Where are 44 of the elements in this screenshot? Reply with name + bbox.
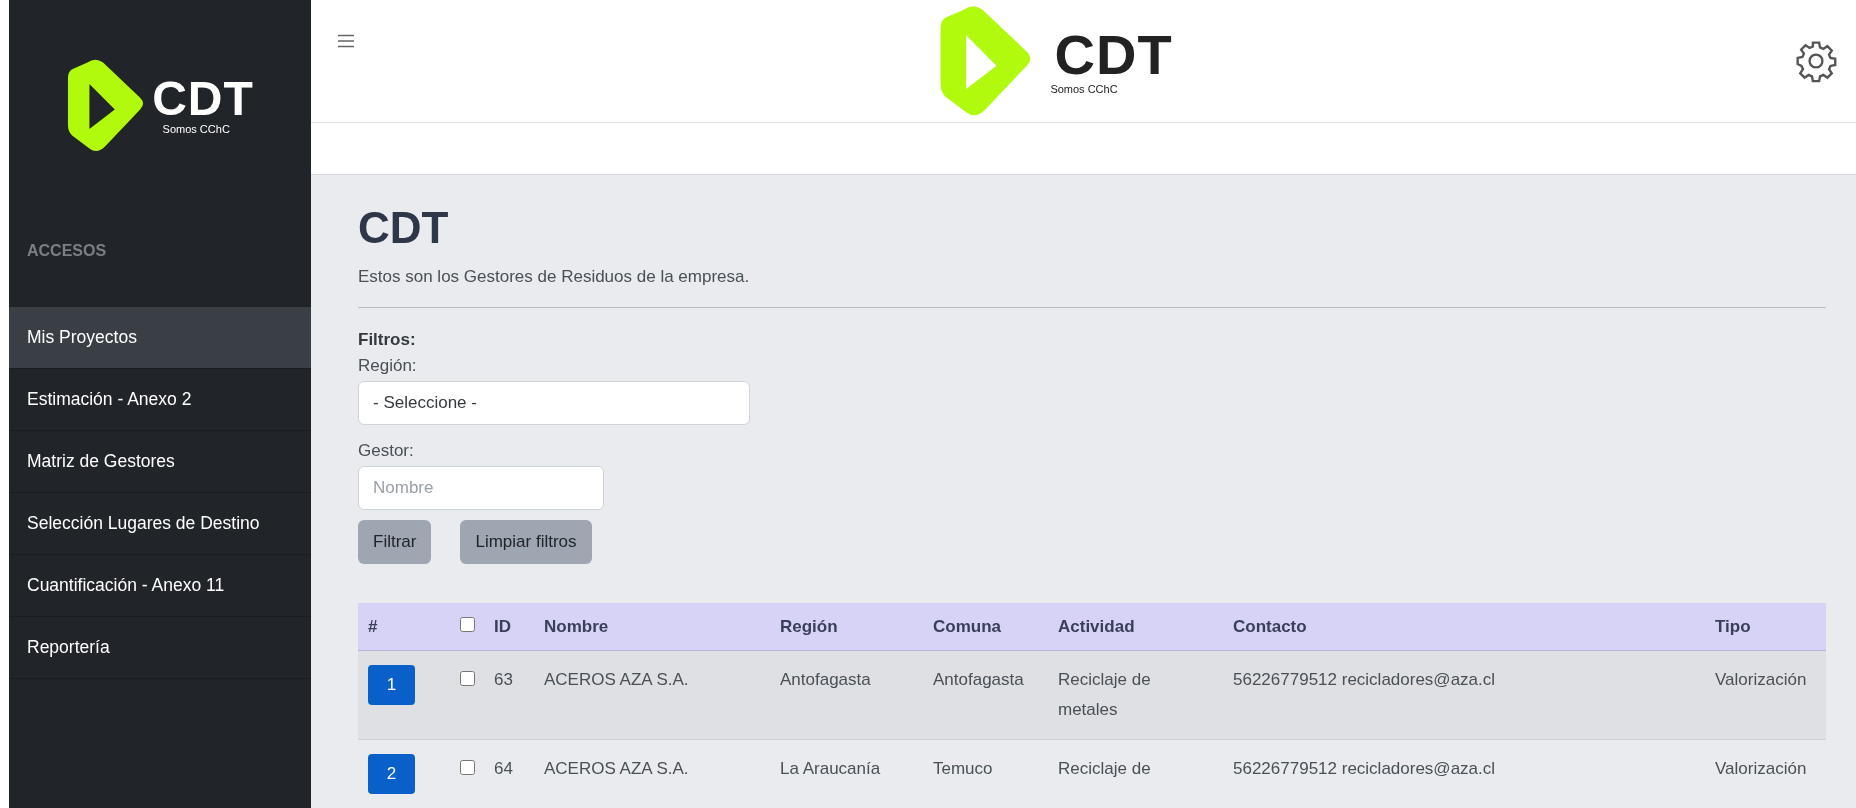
filter-button[interactable]: Filtrar <box>358 520 432 564</box>
table-cell-text: ACEROS AZA S.A. <box>543 669 690 691</box>
table-cell-text: Valorización <box>1714 758 1808 780</box>
row-checkbox[interactable] <box>460 671 475 686</box>
section-title: ACCESOS <box>26 241 108 261</box>
column-header: Nombre <box>543 616 610 637</box>
table-cell-text: Reciclaje de <box>1057 758 1152 780</box>
row-number-button[interactable]: 2 <box>368 754 415 794</box>
menu-icon[interactable] <box>337 33 355 48</box>
filters-title: Filtros: <box>358 330 417 350</box>
row-number-button[interactable]: 1 <box>368 665 415 705</box>
page-title: CDT <box>358 203 450 253</box>
logo-tagline: Somos CChC <box>1050 82 1118 95</box>
gestor-input[interactable]: Nombre <box>358 466 604 510</box>
column-header: Tipo <box>1714 616 1752 637</box>
settings-icon[interactable] <box>1794 38 1838 83</box>
column-header: Comuna <box>932 616 1002 637</box>
table-cell-text: 64 <box>493 758 514 780</box>
column-header: Región <box>779 616 839 637</box>
page-description: Estos son los Gestores de Residuos de la empresa. <box>358 267 751 287</box>
column-header: ID <box>493 616 512 637</box>
logo-text: CDT <box>152 75 254 123</box>
table-cell-text: La Araucanía <box>779 758 882 780</box>
table-cell-text: Antofagasta <box>779 669 872 691</box>
gestor-label: Gestor: <box>358 441 415 461</box>
table-cell-text: Temuco <box>932 758 994 780</box>
table-cell-text: 56226779512 recicladores@aza.cl <box>1232 758 1497 780</box>
column-header: # <box>367 616 379 637</box>
table-cell-text: 56226779512 recicladores@aza.cl <box>1232 669 1497 691</box>
table-cell-text: ACEROS AZA S.A. <box>543 758 690 780</box>
clear-filters-button[interactable]: Limpiar filtros <box>460 520 592 564</box>
sidebar-item[interactable]: Mis Proyectos <box>9 307 311 369</box>
table-cell-text: Antofagasta <box>932 669 1025 691</box>
logo-tagline: Somos CChC <box>162 123 230 135</box>
column-header: Actividad <box>1057 616 1136 637</box>
select-all-checkbox[interactable] <box>460 616 475 632</box>
logo-text: CDT <box>1054 26 1173 83</box>
region-select[interactable]: - Seleccione - <box>358 381 750 425</box>
column-header: Contacto <box>1232 616 1308 637</box>
table-cell-text: 63 <box>493 669 514 691</box>
region-label: Región: <box>358 356 418 376</box>
table-cell-text: Valorización <box>1714 669 1808 691</box>
table-cell-text: Reciclaje de metales <box>1057 669 1152 721</box>
row-checkbox[interactable] <box>460 760 475 775</box>
